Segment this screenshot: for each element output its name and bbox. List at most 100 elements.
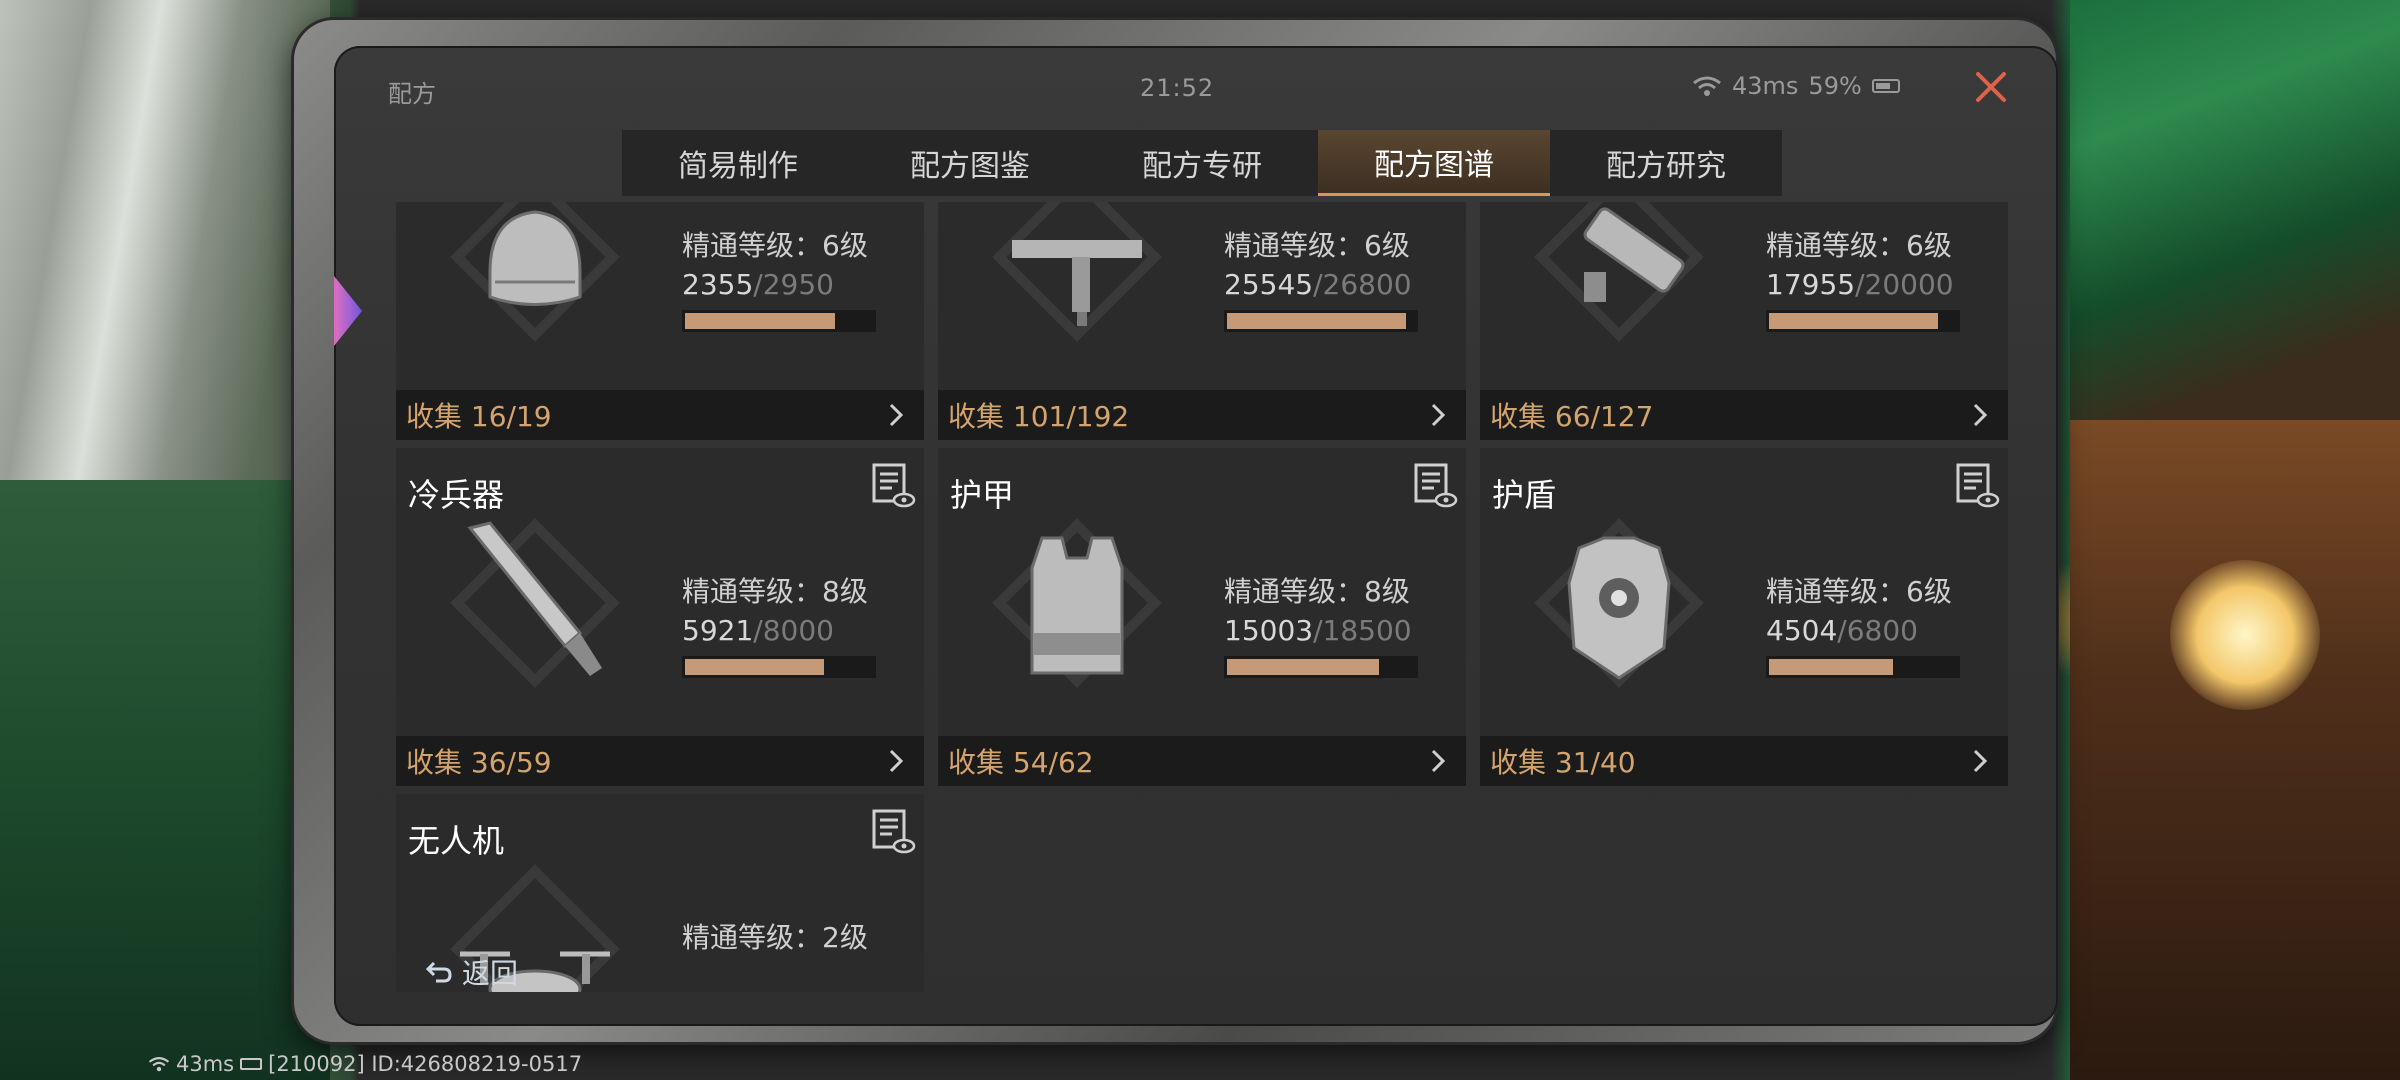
mastery-progress-bar bbox=[682, 656, 876, 678]
mastery-progress-text: 17955/20000 bbox=[1766, 268, 1954, 301]
collect-count: 收集 54/62 bbox=[948, 746, 1094, 779]
wifi-icon bbox=[1693, 76, 1721, 96]
footer-id: [210092] ID:426808219-0517 bbox=[268, 1052, 583, 1076]
helmet-icon bbox=[450, 202, 620, 342]
collect-row[interactable]: 收集 36/59 bbox=[396, 736, 924, 786]
background-right-bottom bbox=[2070, 420, 2400, 1080]
progress-current: 15003 bbox=[1224, 614, 1314, 647]
progress-fill bbox=[1769, 659, 1894, 675]
progress-current: 17955 bbox=[1766, 268, 1856, 301]
status-bar: 配方 21:52 43ms 59% bbox=[334, 46, 2058, 132]
mastery-progress-bar bbox=[1224, 656, 1418, 678]
background-lamp bbox=[2170, 560, 2320, 710]
recipe-card[interactable]: 护甲 精通等级：8级 15003/18500 收集 54/62 bbox=[938, 448, 1466, 786]
progress-max: /18500 bbox=[1313, 614, 1412, 647]
mastery-progress-text: 4504/6800 bbox=[1766, 614, 1918, 647]
view-recipe-book-icon[interactable] bbox=[868, 806, 918, 856]
progress-current: 2355 bbox=[682, 268, 754, 301]
mastery-level: 精通等级：8级 bbox=[1224, 575, 1410, 608]
progress-max: /26800 bbox=[1313, 268, 1412, 301]
progress-current: 5921 bbox=[682, 614, 754, 647]
side-expand-tab[interactable] bbox=[334, 276, 362, 346]
collect-count: 收集 31/40 bbox=[1490, 746, 1636, 779]
tab-bar: 简易制作 配方图鉴 配方专研 配方图谱 配方研究 bbox=[622, 130, 1782, 196]
battery-icon bbox=[1871, 79, 1900, 93]
progress-fill bbox=[1227, 313, 1406, 329]
ping-value: 43ms bbox=[1732, 72, 1799, 100]
progress-fill bbox=[1227, 659, 1380, 675]
launcher-icon bbox=[1534, 202, 1704, 342]
chevron-right-icon bbox=[1973, 403, 1988, 427]
mastery-progress-bar bbox=[1224, 310, 1418, 332]
chevron-right-icon bbox=[889, 403, 904, 427]
status-indicators: 43ms 59% bbox=[1692, 72, 1900, 100]
background-left-top bbox=[0, 0, 330, 480]
background-right-top bbox=[2070, 0, 2400, 420]
progress-fill bbox=[685, 313, 836, 329]
close-button[interactable] bbox=[1968, 64, 2014, 110]
mastery-level: 精通等级：6级 bbox=[1766, 229, 1952, 262]
battery-percent: 59% bbox=[1808, 72, 1862, 100]
collect-row[interactable]: 收集 31/40 bbox=[1480, 736, 2008, 786]
progress-fill bbox=[685, 659, 825, 675]
mastery-level: 精通等级：6级 bbox=[1224, 229, 1410, 262]
wifi-icon bbox=[148, 1057, 170, 1072]
progress-current: 4504 bbox=[1766, 614, 1838, 647]
mastery-level: 精通等级：6级 bbox=[682, 229, 868, 262]
machete-icon bbox=[450, 518, 620, 688]
collect-count: 收集 16/19 bbox=[406, 400, 552, 433]
return-arrow-icon bbox=[425, 961, 452, 983]
chevron-right-icon bbox=[1973, 749, 1988, 773]
shield-armor-icon bbox=[1534, 518, 1704, 688]
recipe-card[interactable]: 冷兵器 精通等级：8级 5921/8000 收集 36/59 bbox=[396, 448, 924, 786]
recipe-screen: 配方 21:52 43ms 59% 简易制作 配方图鉴 配方专研 配方图谱 配方… bbox=[334, 46, 2058, 1026]
back-label: 返回 bbox=[462, 957, 519, 990]
mastery-level: 精通等级：8级 bbox=[682, 575, 868, 608]
clock: 21:52 bbox=[1140, 74, 1215, 102]
footer-debug-info: 43ms [210092] ID:426808219-0517 bbox=[148, 1052, 582, 1076]
progress-max: /8000 bbox=[753, 614, 834, 647]
recipe-card[interactable]: 精通等级：6级 25545/26800 收集 101/192 bbox=[938, 202, 1466, 440]
collect-row[interactable]: 收集 101/192 bbox=[938, 390, 1466, 440]
collect-count: 收集 36/59 bbox=[406, 746, 552, 779]
armor-vest-icon bbox=[992, 518, 1162, 688]
view-recipe-book-icon[interactable] bbox=[1952, 460, 2002, 510]
screen-title: 配方 bbox=[388, 80, 436, 108]
footer-ping: 43ms bbox=[176, 1052, 235, 1076]
tab-simple-craft[interactable]: 简易制作 bbox=[622, 130, 854, 196]
recipe-card[interactable]: 护盾 精通等级：6级 4504/6800 收集 31/40 bbox=[1480, 448, 2008, 786]
mastery-progress-bar bbox=[1766, 656, 1960, 678]
recipe-card[interactable]: 精通等级：6级 17955/20000 收集 66/127 bbox=[1480, 202, 2008, 440]
chevron-right-icon bbox=[1431, 403, 1446, 427]
mastery-level: 精通等级：6级 bbox=[1766, 575, 1952, 608]
background-left-bottom bbox=[0, 480, 330, 1080]
mastery-progress-bar bbox=[682, 310, 876, 332]
progress-current: 25545 bbox=[1224, 268, 1314, 301]
tab-recipe-specialize[interactable]: 配方专研 bbox=[1086, 130, 1318, 196]
mastery-progress-text: 2355/2950 bbox=[682, 268, 834, 301]
progress-max: /2950 bbox=[753, 268, 834, 301]
collect-row[interactable]: 收集 66/127 bbox=[1480, 390, 2008, 440]
mastery-level: 精通等级：2级 bbox=[682, 921, 868, 954]
tab-recipe-research[interactable]: 配方研究 bbox=[1550, 130, 1782, 196]
collect-row[interactable]: 收集 54/62 bbox=[938, 736, 1466, 786]
mastery-progress-text: 25545/26800 bbox=[1224, 268, 1412, 301]
recipe-card[interactable]: 精通等级：6级 2355/2950 收集 16/19 bbox=[396, 202, 924, 440]
back-button[interactable]: 返回 bbox=[424, 952, 518, 992]
tab-recipe-codex[interactable]: 配方图鉴 bbox=[854, 130, 1086, 196]
progress-max: /20000 bbox=[1855, 268, 1954, 301]
mastery-progress-text: 15003/18500 bbox=[1224, 614, 1412, 647]
mastery-progress-text: 5921/8000 bbox=[682, 614, 834, 647]
view-recipe-book-icon[interactable] bbox=[868, 460, 918, 510]
view-recipe-book-icon[interactable] bbox=[1410, 460, 1460, 510]
battery-icon bbox=[240, 1058, 263, 1070]
progress-max: /6800 bbox=[1837, 614, 1918, 647]
collect-row[interactable]: 收集 16/19 bbox=[396, 390, 924, 440]
recipe-card-grid: 精通等级：6级 2355/2950 收集 16/19 精通等级：6级 25545… bbox=[396, 202, 2008, 992]
collect-count: 收集 101/192 bbox=[948, 400, 1130, 433]
collect-count: 收集 66/127 bbox=[1490, 400, 1654, 433]
progress-fill bbox=[1769, 313, 1939, 329]
chevron-right-icon bbox=[1431, 749, 1446, 773]
chevron-right-icon bbox=[889, 749, 904, 773]
tab-recipe-atlas[interactable]: 配方图谱 bbox=[1318, 130, 1550, 196]
